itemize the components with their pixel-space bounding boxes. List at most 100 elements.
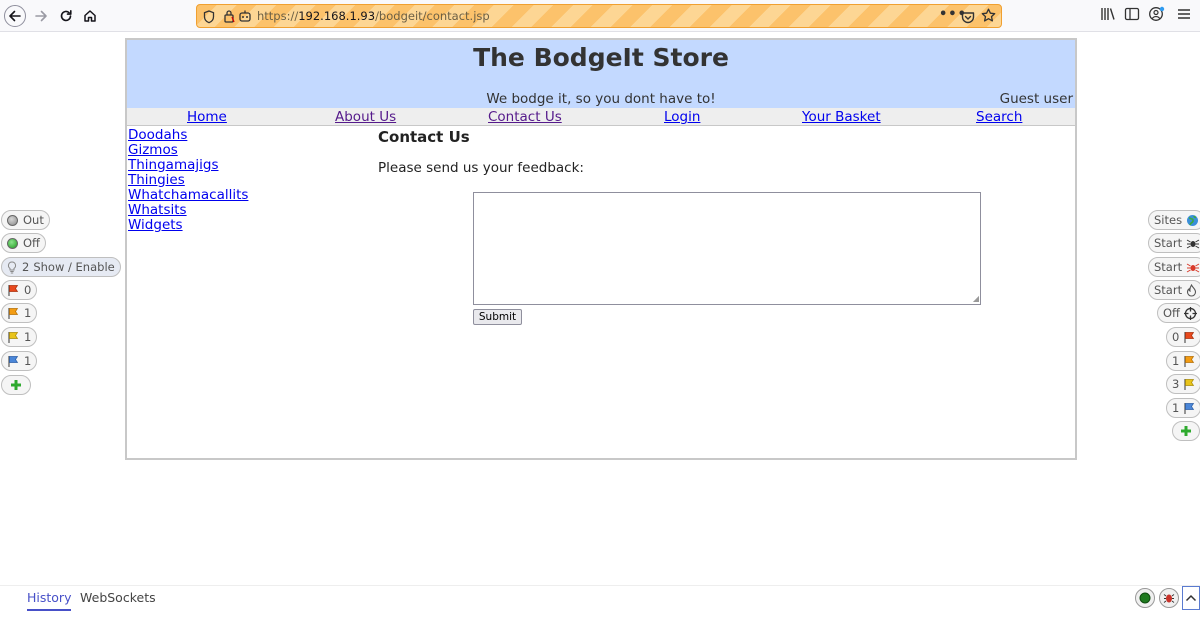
hud-bug-button[interactable] [1159, 588, 1179, 608]
url-text[interactable]: https://192.168.1.93/bodgeit/contact.jsp [257, 9, 490, 23]
hud-alerts-info-button[interactable]: 1 [1, 351, 38, 371]
spider-icon [1186, 239, 1200, 248]
url-path: /bodgeit/contact.jsp [375, 9, 490, 23]
shield-icon[interactable] [203, 9, 215, 27]
category-list: Doodahs Gizmos Thingamajigs Thingies Wha… [128, 128, 248, 233]
hud-bottom-bar: History WebSockets [0, 585, 1200, 620]
hud-ajax-spider-button[interactable]: Start [1148, 257, 1200, 277]
robot-icon[interactable] [237, 8, 253, 27]
menu-link-basket[interactable]: Your Basket [802, 109, 881, 125]
hud-active-scan-button[interactable]: Start [1148, 280, 1200, 300]
menu-link-about[interactable]: About Us [335, 109, 396, 125]
flag-blue-icon [1184, 402, 1195, 414]
lightbulb-icon [7, 260, 17, 273]
hud-show-hidden-button[interactable]: 2 Show / Enable [1, 257, 121, 277]
flag-yellow-icon [1184, 378, 1195, 390]
expand-drawer-button[interactable] [1182, 586, 1200, 610]
account-icon[interactable] [1148, 6, 1166, 26]
store-header: The BodgeIt Store We bodge it, so you do… [127, 40, 1075, 108]
hud-right-alerts-medium-button[interactable]: 1 [1166, 351, 1200, 371]
hud-right-alerts-high-count: 0 [1172, 330, 1180, 344]
home-button[interactable] [78, 4, 102, 28]
home-icon [84, 10, 96, 22]
category-link-doodahs[interactable]: Doodahs [128, 128, 248, 143]
hud-right-add-tool-button[interactable] [1172, 421, 1200, 441]
forward-button[interactable] [29, 4, 53, 28]
submit-button[interactable]: Submit [473, 309, 522, 325]
hud-attack-mode-label: Off [1163, 306, 1180, 320]
resize-grip-icon[interactable]: ◢ [973, 295, 979, 303]
category-link-whatsits[interactable]: Whatsits [128, 203, 248, 218]
hamburger-menu-icon[interactable] [1176, 6, 1192, 26]
hud-alerts-low-count: 1 [24, 330, 32, 344]
chevron-up-icon [1185, 594, 1197, 602]
reload-icon [60, 10, 72, 22]
ajax-spider-icon [1186, 263, 1200, 272]
category-link-whatchamacallits[interactable]: Whatchamacallits [128, 188, 248, 203]
feedback-textarea[interactable]: ◢ [473, 192, 981, 305]
hud-sites-button[interactable]: Sites [1148, 210, 1200, 230]
hud-hidden-count: 2 [22, 260, 30, 274]
flag-orange-icon [1184, 355, 1195, 367]
category-link-widgets[interactable]: Widgets [128, 218, 248, 233]
hud-status-button[interactable] [1135, 588, 1155, 608]
hud-left-add-tool-button[interactable] [1, 375, 31, 395]
hud-scope-label: Out [23, 213, 44, 227]
main-menu: Home About Us Contact Us Login Your Bask… [127, 108, 1075, 126]
hud-alerts-medium-count: 1 [24, 306, 32, 320]
category-link-gizmos[interactable]: Gizmos [128, 143, 248, 158]
flag-red-icon [8, 284, 19, 296]
store-page: The BodgeIt Store We bodge it, so you do… [125, 38, 1077, 460]
library-icon[interactable] [1100, 6, 1116, 26]
hud-alerts-info-count: 1 [24, 354, 32, 368]
pocket-icon[interactable] [961, 9, 975, 27]
flag-blue-icon [8, 355, 19, 367]
plus-icon [11, 380, 21, 390]
hud-alerts-high-button[interactable]: 0 [1, 280, 38, 300]
hud-break-button[interactable]: Off [1, 233, 46, 253]
category-link-thingies[interactable]: Thingies [128, 173, 248, 188]
warning-lock-icon[interactable] [223, 8, 235, 27]
user-status: Guest user [999, 91, 1073, 107]
hud-hidden-label: Show / Enable [33, 260, 115, 274]
menu-link-login[interactable]: Login [664, 109, 700, 125]
hud-right-alerts-low-button[interactable]: 3 [1166, 374, 1200, 394]
tab-websockets[interactable]: WebSockets [80, 590, 156, 609]
hud-sites-label: Sites [1154, 213, 1183, 227]
url-bar[interactable]: https://192.168.1.93/bodgeit/contact.jsp… [196, 4, 1002, 28]
flag-yellow-icon [8, 331, 19, 343]
hud-alerts-low-button[interactable]: 1 [1, 327, 38, 347]
scope-status-icon [7, 214, 18, 226]
store-title: The BodgeIt Store [473, 43, 729, 72]
hud-right-alerts-info-button[interactable]: 1 [1166, 398, 1200, 418]
hud-alerts-medium-button[interactable]: 1 [1, 303, 38, 323]
hud-right-alerts-high-button[interactable]: 0 [1166, 327, 1200, 347]
arrow-left-icon [9, 10, 21, 22]
reload-button[interactable] [54, 4, 78, 28]
globe-icon [1187, 214, 1199, 226]
tab-history[interactable]: History [27, 590, 72, 611]
sidebar-icon[interactable] [1124, 6, 1140, 26]
menu-link-search[interactable]: Search [976, 109, 1022, 125]
arrow-right-icon [35, 10, 47, 22]
hud-right-alerts-info-count: 1 [1172, 401, 1180, 415]
hud-right-alerts-medium-count: 1 [1172, 354, 1180, 368]
category-link-thingamajigs[interactable]: Thingamajigs [128, 158, 248, 173]
status-indicator-icon [1139, 592, 1151, 604]
hud-active-scan-label: Start [1154, 283, 1183, 297]
menu-link-contact[interactable]: Contact Us [488, 109, 562, 125]
hud-spider-button[interactable]: Start [1148, 233, 1200, 253]
menu-link-home[interactable]: Home [187, 109, 227, 125]
flag-red-icon [1184, 331, 1195, 343]
hud-spider-label: Start [1154, 236, 1183, 250]
hud-scope-button[interactable]: Out [1, 210, 50, 230]
hud-ajax-spider-label: Start [1154, 260, 1183, 274]
hud-attack-mode-button[interactable]: Off [1157, 303, 1200, 323]
flag-orange-icon [8, 307, 19, 319]
back-button[interactable] [4, 5, 26, 27]
url-host: 192.168.1.93 [298, 9, 376, 23]
crosshair-icon [1183, 306, 1197, 320]
hud-alerts-high-count: 0 [24, 283, 32, 297]
hud-break-label: Off [23, 236, 40, 250]
bookmark-star-icon[interactable] [981, 8, 996, 27]
